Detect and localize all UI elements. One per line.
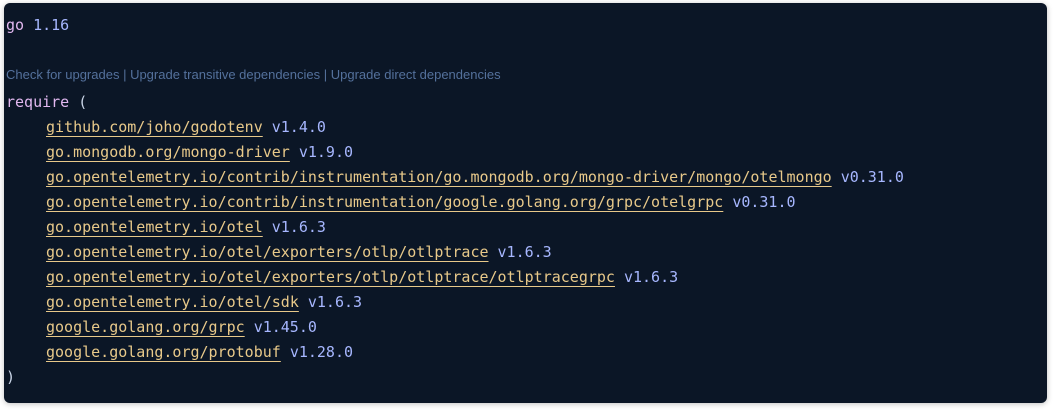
dependency-path-link[interactable]: go.mongodb.org/mongo-driver (46, 143, 290, 161)
dependency-line: google.golang.org/grpc v1.45.0 (46, 316, 317, 338)
dependency-version: v0.31.0 (840, 168, 904, 186)
dependency-line: go.opentelemetry.io/otel/sdk v1.6.3 (46, 291, 362, 313)
dependency-version: v1.6.3 (307, 293, 363, 311)
require-line: require ( (6, 91, 87, 113)
dependency-version: v1.6.3 (497, 243, 552, 261)
dependency-line: github.com/joho/godotenv v1.4.0 (46, 116, 326, 138)
require-keyword: require (6, 93, 70, 111)
go-version: 1.16 (33, 16, 70, 34)
dependency-path-link[interactable]: go.opentelemetry.io/otel/exporters/otlp/… (46, 243, 489, 261)
dependency-line: go.opentelemetry.io/contrib/instrumentat… (46, 191, 796, 213)
dependency-version: v0.31.0 (732, 193, 796, 211)
check-upgrades-link[interactable]: Check for upgrades (6, 67, 119, 82)
dependency-version: v1.45.0 (253, 318, 317, 336)
go-mod-editor: go 1.16 Check for upgrades | Upgrade tra… (4, 3, 1047, 403)
dependency-path-link[interactable]: go.opentelemetry.io/contrib/instrumentat… (46, 168, 832, 186)
dependency-line: go.opentelemetry.io/otel v1.6.3 (46, 216, 326, 238)
go-directive-line: go 1.16 (6, 14, 69, 36)
dependency-line: go.opentelemetry.io/contrib/instrumentat… (46, 166, 904, 188)
dependency-path-link[interactable]: go.opentelemetry.io/otel (46, 218, 263, 236)
dependency-path-link[interactable]: go.opentelemetry.io/contrib/instrumentat… (46, 193, 723, 211)
codelens-separator: | (119, 67, 131, 82)
close-paren-line: ) (6, 366, 15, 388)
go-keyword: go (6, 16, 25, 34)
dependency-line: google.golang.org/protobuf v1.28.0 (46, 341, 353, 363)
dependency-path-link[interactable]: go.opentelemetry.io/otel/sdk (46, 293, 299, 311)
dependency-version: v1.28.0 (289, 343, 354, 361)
dependency-path-link[interactable]: google.golang.org/grpc (46, 318, 245, 336)
close-paren: ) (6, 368, 16, 386)
dependency-version: v1.4.0 (271, 118, 326, 136)
dependency-version: v1.6.3 (623, 268, 679, 286)
dependency-version: v1.9.0 (298, 143, 354, 161)
dependency-path-link[interactable]: go.opentelemetry.io/otel/exporters/otlp/… (46, 268, 615, 286)
dependency-line: go.mongodb.org/mongo-driver v1.9.0 (46, 141, 353, 163)
upgrade-direct-link[interactable]: Upgrade direct dependencies (331, 67, 501, 82)
dependency-path-link[interactable]: github.com/joho/godotenv (46, 118, 263, 136)
codelens-separator: | (320, 67, 331, 82)
dependency-path-link[interactable]: google.golang.org/protobuf (46, 343, 281, 361)
open-paren: ( (78, 93, 88, 111)
dependency-line: go.opentelemetry.io/otel/exporters/otlp/… (46, 266, 678, 288)
dependency-version: v1.6.3 (271, 218, 326, 236)
codelens-bar: Check for upgrades | Upgrade transitive … (6, 66, 501, 84)
dependency-line: go.opentelemetry.io/otel/exporters/otlp/… (46, 241, 552, 263)
upgrade-transitive-link[interactable]: Upgrade transitive dependencies (130, 67, 320, 82)
